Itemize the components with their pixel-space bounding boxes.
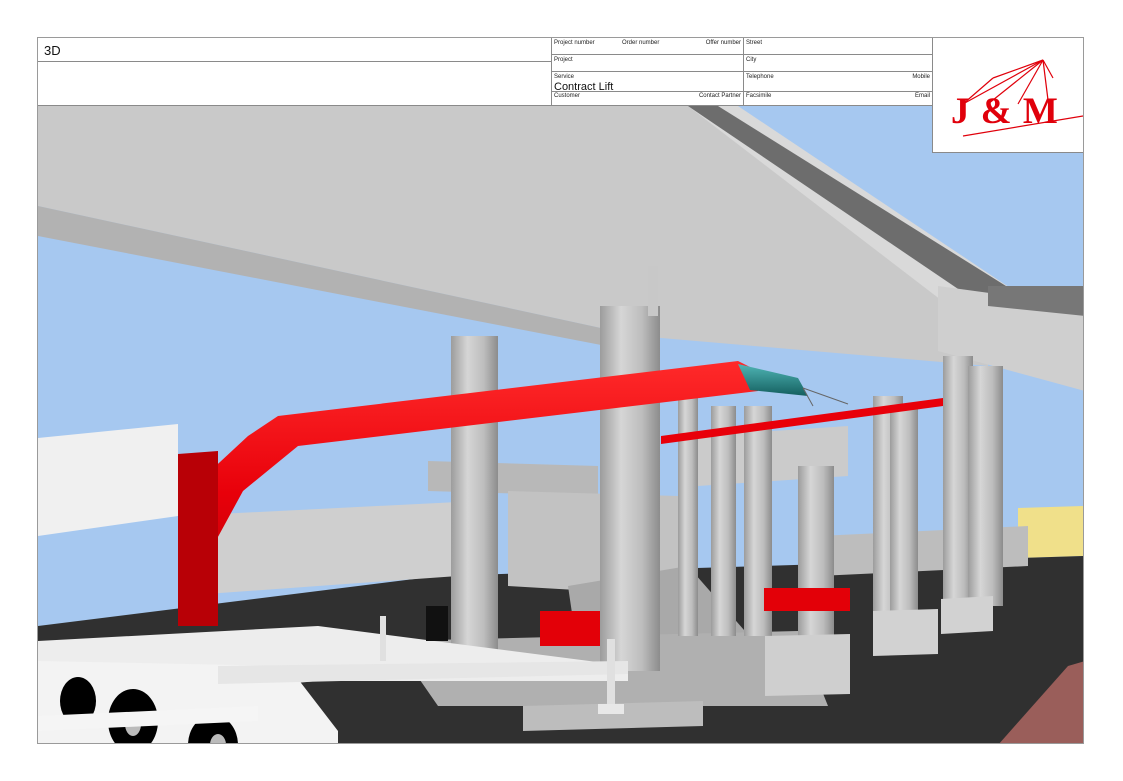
blank-title-cell — [38, 62, 552, 106]
city-label: City — [746, 57, 757, 63]
drawing-sheet: 3D Project number Order number Offer num… — [37, 37, 1084, 744]
footing-2 — [873, 609, 938, 656]
customer-cell: Customer Contact Partner — [552, 92, 744, 106]
service-cell: Service Contract Lift — [552, 72, 744, 93]
mobile-label: Mobile — [912, 74, 930, 80]
project-number-cell: Project number Order number Offer number — [552, 38, 744, 55]
logo-text: J & M — [951, 91, 1059, 132]
title-block: 3D Project number Order number Offer num… — [38, 38, 1083, 106]
column-far-5 — [890, 406, 918, 626]
outrigger-pad — [598, 704, 624, 714]
project-label: Project — [554, 57, 573, 63]
view-title: 3D — [44, 43, 61, 58]
company-logo: J & M — [932, 38, 1083, 153]
column-center-left — [451, 336, 498, 651]
red-block-2 — [764, 588, 850, 611]
column-stub — [648, 266, 658, 316]
service-label: Service — [554, 74, 575, 80]
outrigger-post-1 — [380, 616, 386, 661]
city-cell: City — [744, 55, 932, 72]
project-cell: Project — [552, 55, 744, 72]
red-boom-plate — [178, 451, 218, 626]
telephone-label: Telephone — [746, 74, 774, 80]
footing-1 — [765, 634, 850, 696]
customer-label: Customer — [554, 93, 581, 99]
project-number-label: Project number — [554, 40, 595, 46]
footing-3 — [941, 596, 993, 634]
3d-viewport[interactable] — [38, 106, 1083, 743]
street-label: Street — [746, 40, 763, 46]
facsimile-label: Facsimile — [746, 93, 772, 99]
street-cell: Street — [744, 38, 932, 55]
column-far-2 — [711, 406, 736, 636]
outrigger-post-2 — [607, 639, 615, 709]
contact-partner-label: Contact Partner — [698, 93, 741, 99]
offer-number-label: Offer number — [705, 40, 741, 46]
email-label: Email — [914, 93, 930, 99]
3d-scene — [38, 106, 1083, 743]
facsimile-cell: Facsimile Email — [744, 92, 932, 106]
red-block-1 — [540, 611, 600, 646]
column-mid-right — [798, 466, 834, 646]
view-title-cell: 3D — [38, 38, 552, 62]
black-box — [426, 606, 448, 641]
telephone-cell: Telephone Mobile — [744, 72, 932, 92]
column-right-2 — [968, 366, 1003, 606]
column-center — [600, 306, 660, 671]
order-number-label: Order number — [622, 40, 660, 46]
